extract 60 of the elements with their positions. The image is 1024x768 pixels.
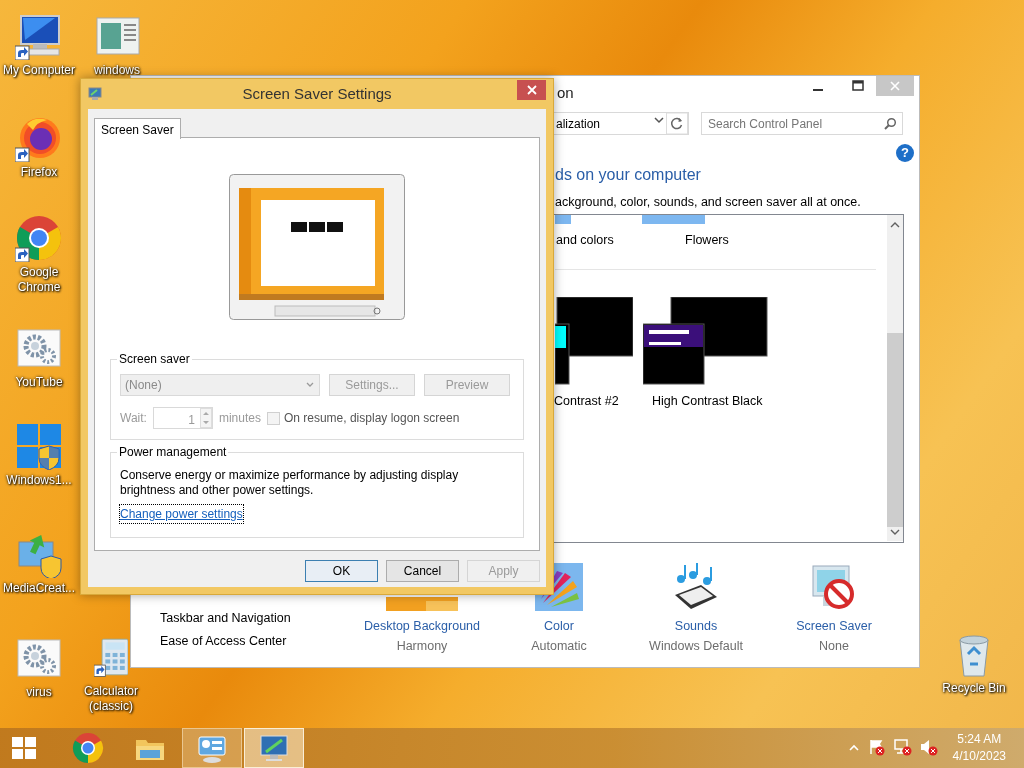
- speaker-muted-icon[interactable]: [918, 738, 939, 758]
- taskbar-button[interactable]: [244, 728, 304, 768]
- icon-label: Calculator (classic): [83, 684, 139, 714]
- theme-name[interactable]: Contrast #2: [554, 392, 619, 411]
- setting-link[interactable]: Color: [489, 617, 629, 636]
- icon-label: YouTube: [15, 375, 63, 390]
- group-label: Power management: [117, 445, 229, 460]
- monitor-icon: [88, 87, 102, 101]
- dialog-button[interactable]: Cancel: [386, 560, 459, 582]
- icon-label: MediaCreat...: [3, 581, 75, 596]
- setting-value: None: [818, 638, 850, 655]
- refresh-icon[interactable]: [666, 113, 688, 134]
- taskbar-button[interactable]: [182, 728, 242, 768]
- close-button[interactable]: [517, 80, 546, 100]
- see-also-link[interactable]: Ease of Access Center: [160, 632, 287, 651]
- icon-label: Windows1...: [6, 473, 72, 488]
- unit-label: minutes: [218, 410, 261, 427]
- tab[interactable]: Screen Saver: [94, 118, 181, 139]
- page-description: ackground, color, sounds, and screen saver all at once.: [555, 194, 861, 211]
- see-also-link[interactable]: Taskbar and Navigation: [160, 609, 291, 628]
- computer-icon[interactable]: [15, 12, 63, 60]
- close-icon[interactable]: [526, 85, 537, 95]
- setting-link[interactable]: Screen Saver: [764, 617, 904, 636]
- help-icon[interactable]: ?: [896, 144, 914, 162]
- checkbox-label: On resume, display logon screen: [283, 410, 460, 427]
- search-icon[interactable]: [883, 117, 897, 131]
- theme-thumbnail[interactable]: [555, 215, 571, 224]
- setting-link[interactable]: Desktop Background: [352, 617, 492, 636]
- power-description: Conserve energy or maximize performance by adjusting display brightness and other power settings.: [120, 468, 460, 498]
- network-error-icon[interactable]: [892, 738, 913, 758]
- address-bar[interactable]: alization: [554, 112, 689, 135]
- setting-value: Windows Default: [648, 638, 744, 655]
- setting-value: Automatic: [530, 638, 588, 655]
- theme-name[interactable]: and colors: [556, 231, 614, 250]
- chrome-icon[interactable]: [15, 214, 63, 262]
- icon-label: virus: [26, 685, 52, 700]
- setting-link[interactable]: Sounds: [626, 617, 766, 636]
- theme-name[interactable]: High Contrast Black: [652, 392, 763, 411]
- desktop-background-thumbnail[interactable]: [386, 597, 458, 611]
- theme-preview[interactable]: [643, 297, 768, 385]
- dialog-title: Screen Saver Settings: [242, 83, 392, 104]
- icon-label: windows: [94, 63, 140, 78]
- power-settings-link[interactable]: Change power settings: [120, 505, 243, 523]
- chrome-icon[interactable]: [72, 732, 104, 764]
- icon-label: Recycle Bin: [942, 681, 1006, 696]
- monitor-icon[interactable]: [258, 732, 290, 764]
- theme-thumbnail[interactable]: [642, 215, 705, 224]
- windows-shield-icon[interactable]: [15, 422, 63, 470]
- wait-label: Wait:: [120, 410, 147, 427]
- page-heading: ds on your computer: [555, 165, 701, 185]
- icon-label: Firefox: [20, 165, 58, 180]
- icon-label: Google Chrome: [16, 265, 62, 295]
- setting-value: Harmony: [395, 638, 449, 655]
- dialog-button[interactable]: OK: [305, 560, 378, 582]
- scrollbar[interactable]: [887, 215, 903, 541]
- theme-name[interactable]: Flowers: [685, 231, 729, 250]
- search-field[interactable]: Search Control Panel: [701, 112, 903, 135]
- theme-preview[interactable]: [555, 297, 633, 385]
- window-title: on: [557, 83, 574, 103]
- icon-label: My Computer: [3, 63, 75, 78]
